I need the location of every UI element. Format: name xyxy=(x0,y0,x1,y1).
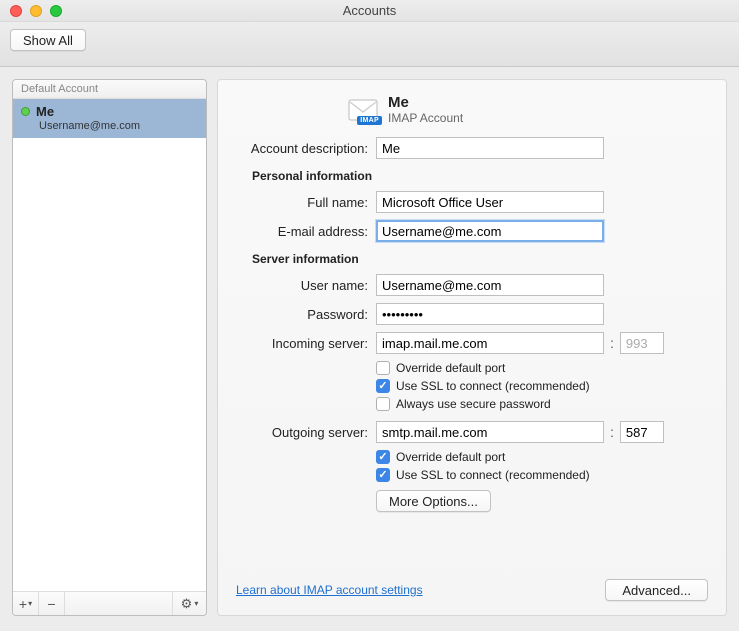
label-use-ssl: Use SSL to connect (recommended) xyxy=(396,379,590,393)
sidebar-footer: +▾ − ⚙▾ xyxy=(13,591,206,615)
label-override-port: Override default port xyxy=(396,361,505,375)
zoom-icon[interactable] xyxy=(50,5,62,17)
label-override-port-out: Override default port xyxy=(396,450,505,464)
incoming-port-input[interactable] xyxy=(620,332,664,354)
learn-imap-link[interactable]: Learn about IMAP account settings xyxy=(236,583,423,597)
toolbar: Show All xyxy=(0,22,739,67)
description-input[interactable] xyxy=(376,137,604,159)
incoming-override-port-checkbox[interactable] xyxy=(376,361,390,375)
window-controls xyxy=(10,5,62,17)
section-personal-info: Personal information xyxy=(252,169,708,183)
close-icon[interactable] xyxy=(10,5,22,17)
remove-account-button[interactable]: − xyxy=(39,592,65,615)
mail-imap-icon: IMAP xyxy=(348,97,378,123)
titlebar: Accounts xyxy=(0,0,739,22)
account-list-item[interactable]: Me Username@me.com xyxy=(13,99,206,138)
label-email: E-mail address: xyxy=(228,224,376,239)
port-separator: : xyxy=(604,424,620,440)
email-input[interactable] xyxy=(376,220,604,242)
password-input[interactable] xyxy=(376,303,604,325)
incoming-server-input[interactable] xyxy=(376,332,604,354)
advanced-button[interactable]: Advanced... xyxy=(605,579,708,601)
label-description: Account description: xyxy=(228,141,376,156)
incoming-use-ssl-checkbox[interactable] xyxy=(376,379,390,393)
show-all-button[interactable]: Show All xyxy=(10,29,86,51)
label-full-name: Full name: xyxy=(228,195,376,210)
account-detail-panel: IMAP Me IMAP Account Account description… xyxy=(217,79,727,616)
sidebar-header: Default Account xyxy=(13,80,206,99)
full-name-input[interactable] xyxy=(376,191,604,213)
account-name: Me xyxy=(36,104,54,119)
status-online-icon xyxy=(21,107,30,116)
account-heading-name: Me xyxy=(388,94,463,111)
label-outgoing-server: Outgoing server: xyxy=(228,425,376,440)
user-name-input[interactable] xyxy=(376,274,604,296)
outgoing-override-port-checkbox[interactable] xyxy=(376,450,390,464)
outgoing-port-input[interactable] xyxy=(620,421,664,443)
gear-menu-button[interactable]: ⚙▾ xyxy=(172,592,206,615)
account-heading-type: IMAP Account xyxy=(388,111,463,125)
account-heading: IMAP Me IMAP Account xyxy=(348,94,708,125)
section-server-info: Server information xyxy=(252,252,708,266)
minimize-icon[interactable] xyxy=(30,5,42,17)
add-account-button[interactable]: +▾ xyxy=(13,592,39,615)
window-title: Accounts xyxy=(0,0,739,22)
imap-badge: IMAP xyxy=(357,116,382,125)
port-separator: : xyxy=(604,335,620,351)
account-email: Username@me.com xyxy=(39,120,198,132)
label-password: Password: xyxy=(228,307,376,322)
incoming-secure-password-checkbox[interactable] xyxy=(376,397,390,411)
label-use-ssl-out: Use SSL to connect (recommended) xyxy=(396,468,590,482)
label-user-name: User name: xyxy=(228,278,376,293)
label-secure-password: Always use secure password xyxy=(396,397,551,411)
sidebar-body xyxy=(13,138,206,591)
accounts-sidebar: Default Account Me Username@me.com +▾ − … xyxy=(12,79,207,616)
more-options-button[interactable]: More Options... xyxy=(376,490,491,512)
label-incoming-server: Incoming server: xyxy=(228,336,376,351)
outgoing-use-ssl-checkbox[interactable] xyxy=(376,468,390,482)
outgoing-server-input[interactable] xyxy=(376,421,604,443)
